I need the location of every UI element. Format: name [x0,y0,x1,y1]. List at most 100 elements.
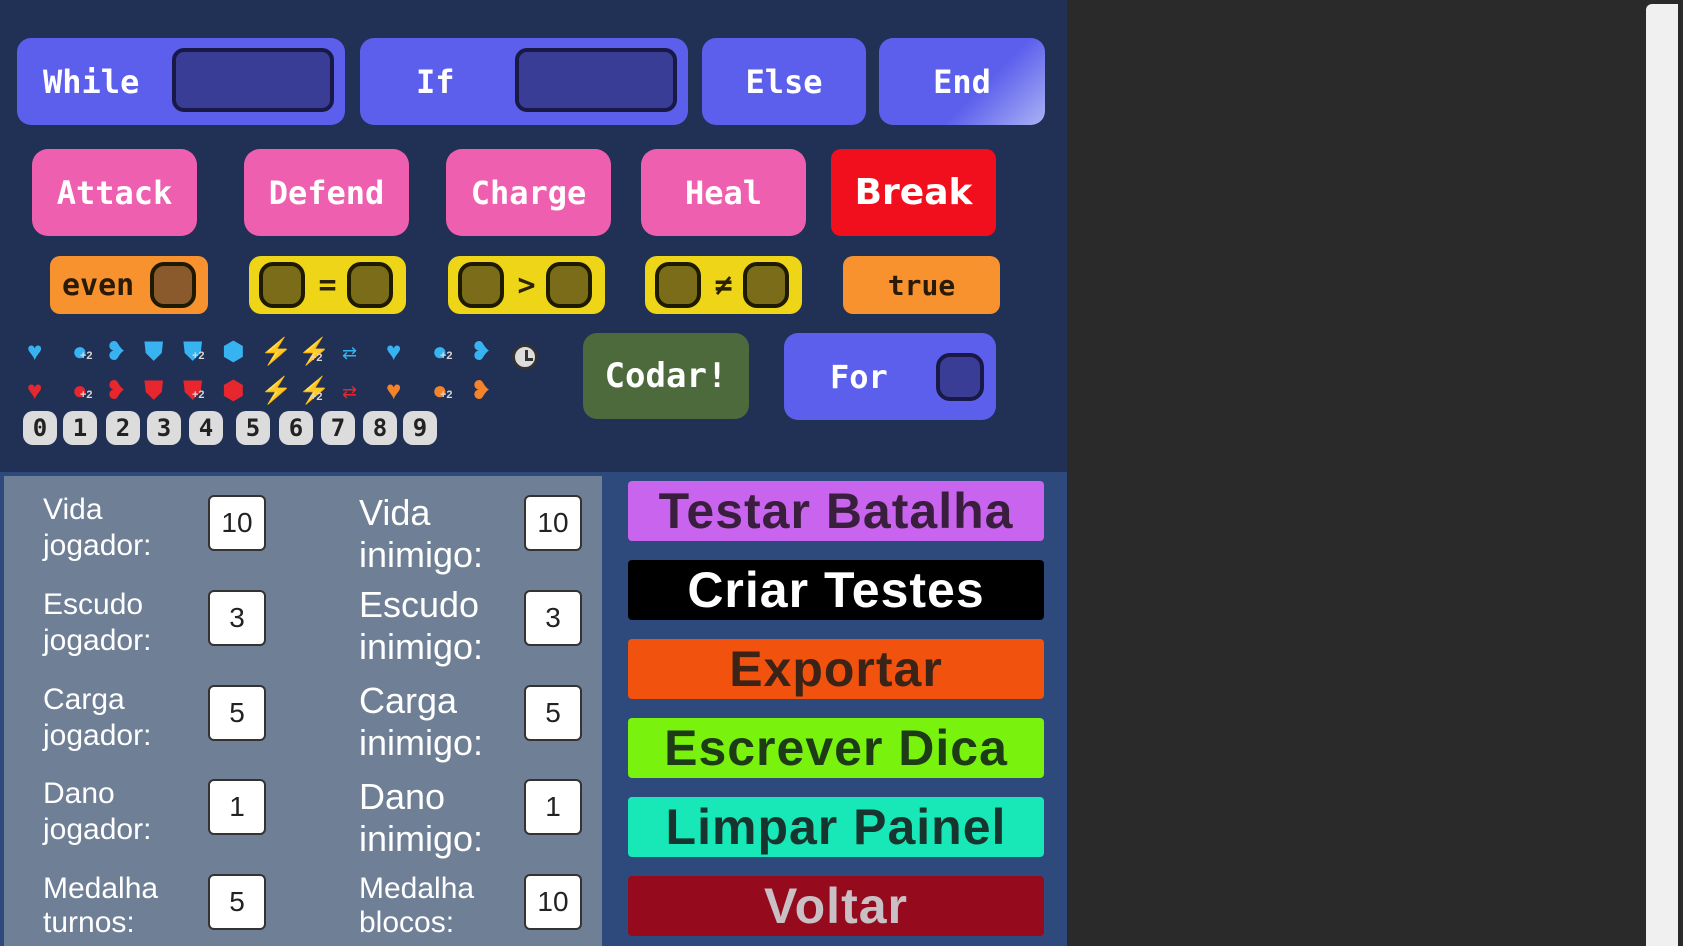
digit-tile-0[interactable]: 0 [23,411,57,445]
break-label: Break [854,172,973,213]
charge-block[interactable]: Charge [446,149,611,236]
shield-transfer-icon[interactable]: ⬢ [222,338,245,364]
player-charge-field[interactable]: 5 [208,685,266,741]
end-label: End [933,62,991,101]
enemy-damage-field[interactable]: 1 [524,779,582,835]
digit-tile-6[interactable]: 6 [279,411,313,445]
not-equal-operator: ≠ [714,267,733,303]
greater-operator: > [517,267,536,303]
greater-right-slot[interactable] [546,262,592,308]
medal-blocks-label: Medalha blocos: [359,872,475,939]
digit-tile-9[interactable]: 9 [403,411,437,445]
heart-icon[interactable]: ♥ [386,377,401,403]
charge-transfer-icon[interactable]: ⇄ [342,379,357,405]
plus-two-badge: +2 [310,391,323,403]
enemy-damage-label: Dano inimigo: [359,776,484,859]
not-equal-left-slot[interactable] [655,262,701,308]
enemy-charge-field[interactable]: 5 [524,685,582,741]
attack-label: Attack [56,173,173,212]
while-condition-slot[interactable] [172,48,334,112]
scrollbar[interactable] [1646,4,1678,946]
digit-tile-5[interactable]: 5 [236,411,270,445]
attack-block[interactable]: Attack [32,149,197,236]
enemy-life-field[interactable]: 10 [524,495,582,551]
digit-tile-2[interactable]: 2 [106,411,140,445]
heart-icon[interactable]: ♥ [27,377,42,403]
heart-transfer-icon[interactable]: ❥ [470,377,492,403]
even-block[interactable]: even [50,256,208,314]
shield-icon[interactable]: ⛊ [144,377,164,403]
if-label: If [416,62,455,101]
enemy-shield-label: Escudo inimigo: [359,584,484,667]
for-count-slot[interactable] [936,353,984,401]
charge-transfer-icon[interactable]: ⇄ [342,340,357,366]
equals-right-slot[interactable] [347,262,393,308]
plus-two-badge: +2 [80,350,93,362]
plus-two-badge: +2 [440,350,453,362]
greater-block[interactable]: > [448,256,605,314]
export-button[interactable]: Exportar [628,639,1044,699]
charge-icon[interactable]: ⚡ [260,338,292,364]
heal-block[interactable]: Heal [641,149,806,236]
charge-icon[interactable]: ⚡ [260,377,292,403]
player-shield-field[interactable]: 3 [208,590,266,646]
player-damage-field[interactable]: 1 [208,779,266,835]
else-label: Else [745,62,823,101]
not-equal-right-slot[interactable] [743,262,789,308]
end-block[interactable]: End [879,38,1045,125]
editor-workspace: While If Else End Attack Defend Charge H… [0,0,1067,946]
heart-transfer-icon[interactable]: ❥ [105,377,127,403]
right-background [1067,0,1646,946]
enemy-shield-field[interactable]: 3 [524,590,582,646]
medal-turns-field[interactable]: 5 [208,874,266,930]
create-tests-button[interactable]: Criar Testes [628,560,1044,620]
break-block[interactable]: Break [831,149,996,236]
player-damage-label: Dano jogador: [43,777,152,846]
defend-block[interactable]: Defend [244,149,409,236]
clock-icon[interactable] [512,344,538,370]
heart-transfer-icon[interactable]: ❥ [105,338,127,364]
back-button[interactable]: Voltar [628,876,1044,936]
true-block[interactable]: true [843,256,1000,314]
for-block[interactable]: For [784,333,996,420]
plus-two-badge: +2 [192,350,205,362]
run-code-button[interactable]: Codar! [583,333,749,419]
shield-icon[interactable]: ⛊ [144,338,164,364]
enemy-life-label: Vida inimigo: [359,492,484,575]
even-label: even [62,267,135,303]
player-life-field[interactable]: 10 [208,495,266,551]
while-block[interactable]: While [17,38,345,125]
heart-icon[interactable]: ♥ [27,338,42,364]
write-hint-button[interactable]: Escrever Dica [628,718,1044,778]
digit-tile-4[interactable]: 4 [189,411,223,445]
not-equal-block[interactable]: ≠ [645,256,802,314]
run-code-label: Codar! [604,356,728,396]
even-operand-slot[interactable] [150,262,196,308]
medal-blocks-field[interactable]: 10 [524,874,582,930]
heart-icon[interactable]: ♥ [386,338,401,364]
heal-label: Heal [684,173,763,212]
equals-block[interactable]: = [249,256,406,314]
enemy-charge-label: Carga inimigo: [359,680,484,763]
equals-operator: = [318,267,337,303]
shield-transfer-icon[interactable]: ⬢ [222,377,245,403]
digit-tile-3[interactable]: 3 [147,411,181,445]
player-life-label: Vida jogador: [43,493,152,562]
defend-label: Defend [268,173,385,212]
test-battle-button[interactable]: Testar Batalha [628,481,1044,541]
plus-two-badge: +2 [440,389,453,401]
else-block[interactable]: Else [702,38,866,125]
if-condition-slot[interactable] [515,48,677,112]
plus-two-badge: +2 [310,352,323,364]
if-block[interactable]: If [360,38,688,125]
plus-two-badge: +2 [80,389,93,401]
heart-transfer-icon[interactable]: ❥ [470,338,492,364]
digit-tile-8[interactable]: 8 [363,411,397,445]
clear-panel-button[interactable]: Limpar Painel [628,797,1044,857]
for-label: For [830,357,888,396]
battle-settings-panel: Vida jogador: 10 Vida inimigo: 10 Escudo… [4,476,602,946]
digit-tile-7[interactable]: 7 [321,411,355,445]
digit-tile-1[interactable]: 1 [63,411,97,445]
greater-left-slot[interactable] [458,262,504,308]
equals-left-slot[interactable] [259,262,305,308]
